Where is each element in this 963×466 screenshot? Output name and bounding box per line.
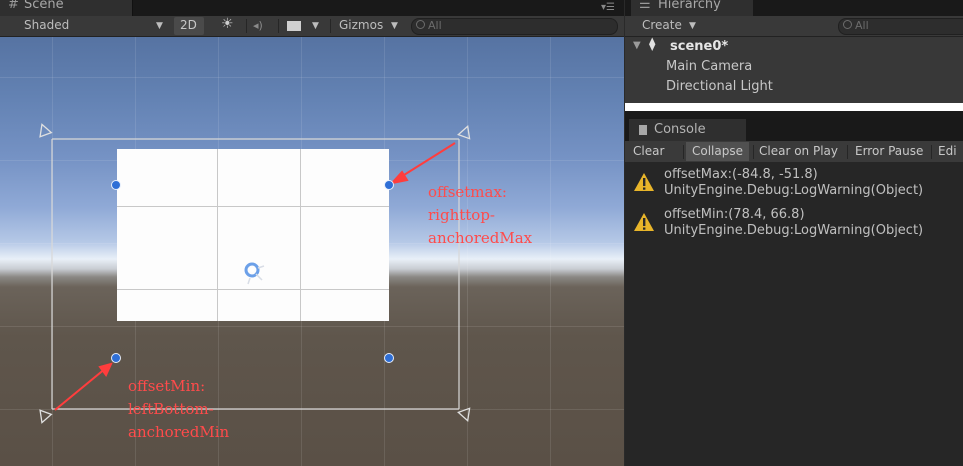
annotation-line: offsetmax:: [428, 183, 507, 201]
clear-on-play-button[interactable]: Clear on Play: [759, 142, 838, 161]
toolbar-divider: [683, 145, 684, 159]
list-icon: ☰: [639, 0, 651, 12]
ui-rect-panel[interactable]: [117, 149, 389, 321]
hierarchy-item-main-camera[interactable]: Main Camera: [666, 59, 752, 74]
collapse-button[interactable]: Collapse: [686, 142, 749, 161]
hierarchy-item-directional-light[interactable]: Directional Light: [666, 79, 773, 94]
grid-line: [300, 149, 301, 321]
corner-handle-top-right[interactable]: [384, 180, 394, 190]
log-detail: UnityEngine.Debug:LogWarning(Object): [664, 223, 924, 238]
hierarchy-list: ▼ ⧫ scene0* Main Camera Directional Ligh…: [625, 37, 963, 103]
editor-button[interactable]: Edi: [938, 142, 957, 161]
toolbar-divider: [847, 145, 848, 159]
annotation-offset-max: offsetmax: righttop- anchoredMax: [428, 181, 532, 250]
annotation-line: anchoredMax: [428, 229, 533, 247]
annotation-offset-min: offsetMin: leftBottom- anchoredMin: [128, 375, 229, 444]
hierarchy-toolbar: Create ▼ All: [625, 16, 963, 37]
log-detail: UnityEngine.Debug:LogWarning(Object): [664, 183, 924, 198]
log-message: offsetMax:(-84.8, -51.8): [664, 167, 818, 182]
corner-handle-top-left[interactable]: [111, 180, 121, 190]
grid-line: [217, 149, 218, 321]
pivot-icon[interactable]: [242, 260, 268, 290]
panel-divider[interactable]: [625, 103, 963, 111]
warning-icon: [634, 173, 654, 191]
console-toolbar: Clear Collapse Clear on Play Error Pause…: [625, 141, 963, 163]
annotation-line: righttop-: [428, 206, 495, 224]
grid-line: [117, 206, 389, 207]
log-message: offsetMin:(78.4, 66.8): [664, 207, 805, 222]
console-log-list: offsetMax:(-84.8, -51.8) UnityEngine.Deb…: [625, 162, 963, 466]
corner-handle-bottom-right[interactable]: [384, 353, 394, 363]
clear-button[interactable]: Clear: [633, 142, 664, 161]
hierarchy-search-input[interactable]: All: [838, 18, 963, 35]
search-placeholder: All: [855, 19, 869, 32]
error-pause-button[interactable]: Error Pause: [855, 142, 923, 161]
expand-arrow-icon[interactable]: ▼: [633, 40, 641, 51]
scene-name[interactable]: scene0*: [670, 39, 728, 54]
tab-console[interactable]: Console: [629, 119, 746, 141]
corner-handle-bottom-left[interactable]: [111, 353, 121, 363]
toolbar-divider: [753, 145, 754, 159]
console-tab-label: Console: [654, 122, 706, 137]
annotation-line: anchoredMin: [128, 423, 230, 441]
unity-scene-icon: ⧫: [649, 37, 656, 52]
console-icon: [639, 125, 647, 135]
toolbar-divider: [931, 145, 932, 159]
create-dropdown[interactable]: Create: [642, 18, 682, 32]
annotation-line: leftBottom-: [128, 400, 214, 418]
warning-icon: [634, 213, 654, 231]
search-icon: [843, 20, 852, 29]
tab-hierarchy[interactable]: ☰ Hierarchy: [631, 0, 753, 16]
annotation-line: offsetMin:: [128, 377, 206, 395]
log-entry[interactable]: offsetMax:(-84.8, -51.8) UnityEngine.Deb…: [625, 166, 963, 202]
chevron-down-icon: ▼: [689, 21, 696, 31]
hierarchy-tab-label: Hierarchy: [658, 0, 721, 12]
log-entry[interactable]: offsetMin:(78.4, 66.8) UnityEngine.Debug…: [625, 206, 963, 242]
